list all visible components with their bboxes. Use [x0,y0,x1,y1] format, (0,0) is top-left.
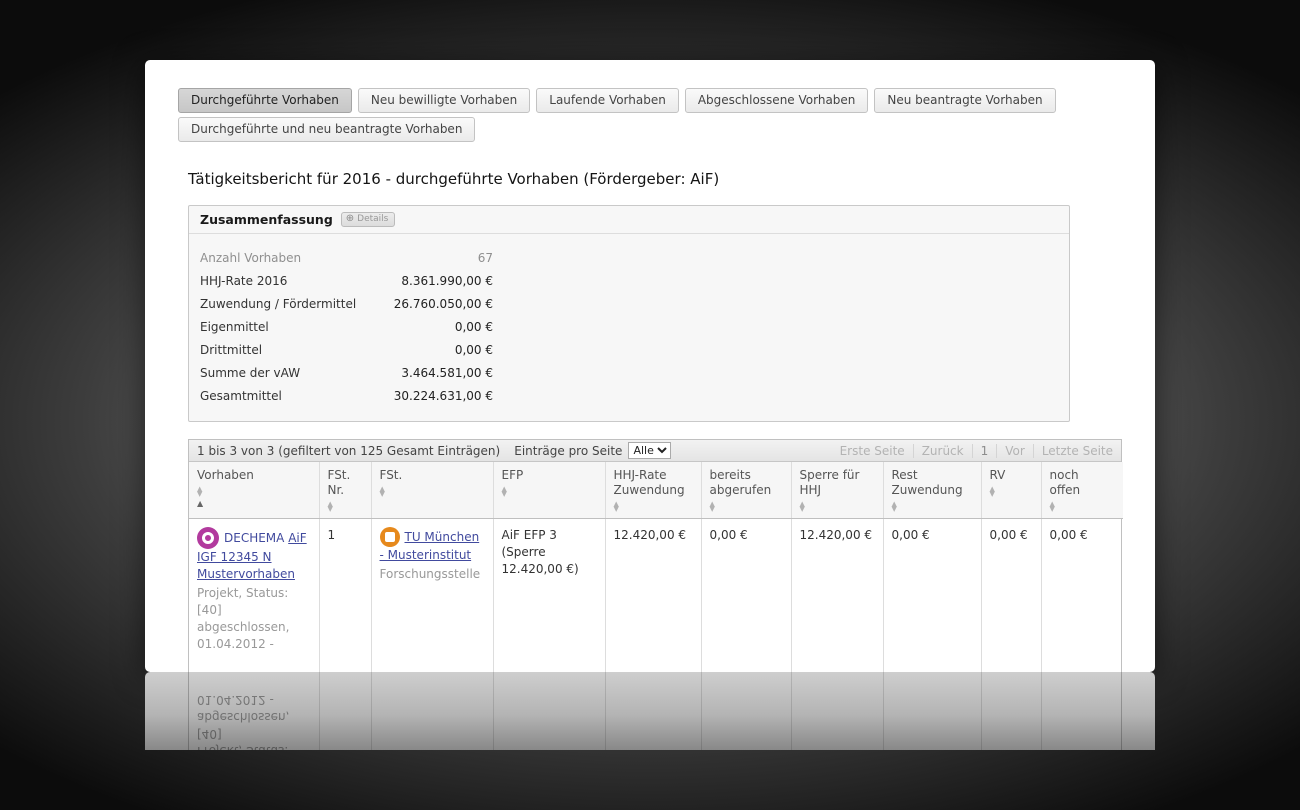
summary-row-gesamtmittel: Gesamtmittel 30.224.631,00 € [200,389,493,403]
column-header-rv[interactable]: RV ▲ ▼ [981,462,1042,519]
column-header-hhj-rate-zuwendung[interactable]: HHJ-Rate Zuwendung ▲ ▼ [605,462,702,519]
efp-cell: AiF EFP 3 (Sperre 12.420,00 €) [493,518,606,672]
project-icon [197,527,219,549]
panel-reflection-content: Durchgeführte Vorhaben Neu bewilligte Vo… [145,672,1155,750]
table-header-row: Vorhaben ▲▼ ▲ FSt. Nr. ▲▼ FSt. ▲▼ EFP [189,462,1123,519]
fst-nr-cell: 1 [319,518,372,672]
pagination-info: 1 bis 3 von 3 (gefiltert von 125 Gesamt … [197,443,501,458]
reflection-vorhaben-cell: DECHEMA AiF IGF 12345 N Mustervorhaben P… [189,672,319,750]
page-number-button[interactable]: 1 [971,443,997,458]
reflection-noch-offen-cell: 0,00 € [1041,672,1123,750]
fst-cell: TU München - Musterinstitut Forschungsst… [371,518,494,672]
sort-icon: ▲ ▼ [197,485,203,498]
magnifier-plus-icon: ⊕ [345,213,355,224]
tab-durchgefuehrte-vorhaben[interactable]: Durchgeführte Vorhaben [178,88,352,113]
pager: Erste Seite Zurück 1 Vor Letzte Seite [832,443,1121,458]
sort-icon: ▲ ▼ [891,500,897,513]
summary-row-eigenmittel: Eigenmittel 0,00 € [200,320,493,334]
summary-row-anzahl-vorhaben: Anzahl Vorhaben 67 [200,251,493,265]
reflection-bereits-abgerufen-cell: 0,00 € [701,672,791,750]
institute-icon [379,527,400,547]
sort-icon: ▲ ▼ [989,485,995,498]
column-header-noch-offen[interactable]: noch offen ▲ ▼ [1041,462,1123,519]
reflection-fst-nr-cell: 1 [319,672,371,750]
column-header-fst-nr[interactable]: FSt. Nr. ▲ ▼ [319,462,372,519]
first-page-button[interactable]: Erste Seite [832,444,913,458]
report-dialog-panel: Durchgeführte Vorhaben Neu bewilligte Vo… [145,60,1155,672]
prev-page-button[interactable]: Zurück [912,443,972,458]
results-grid: 1 bis 3 von 3 (gefiltert von 125 Gesamt … [188,439,1123,672]
tab-neu-beantragte-vorhaben[interactable]: Neu beantragte Vorhaben [874,88,1056,113]
column-header-sperre-hhj[interactable]: Sperre für HHJ ▲ ▼ [791,462,884,519]
reflection-rv-cell: 0,00 € [981,672,1041,750]
vorhaben-table: Vorhaben ▲▼ ▲ FSt. Nr. ▲▼ FSt. ▲▼ EFP [189,462,1123,672]
sort-icon: ▲ ▼ [1049,500,1055,513]
tab-bar-row-1: Durchgeführte Vorhaben Neu bewilligte Vo… [178,88,1122,113]
hhj-rate-cell: 12.420,00 € [605,518,702,672]
per-page-label: Einträge pro Seite [514,443,623,458]
panel-reflection: Durchgeführte Vorhaben Neu bewilligte Vo… [145,672,1155,750]
summary-row-summe-vaw: Summe der vAW 3.464.581,00 € [200,366,493,380]
reflection-results-grid: 1 bis 3 von 3 (gefiltert von 125 Gesamt … [188,672,1122,750]
noch-offen-cell: 0,00 € [1049,528,1088,542]
summary-row-hhj-rate: HHJ-Rate 2016 8.361.990,00 € [200,274,493,288]
tab-abgeschlossene-vorhaben[interactable]: Abgeschlossene Vorhaben [684,88,869,113]
sort-icon: ▲ ▼ [327,500,333,513]
sort-icon: ▲ ▼ [799,500,805,513]
report-dialog-panel: Durchgeführte Vorhaben Neu bewilligte Vo… [145,672,1155,750]
page-title: Tätigkeitsbericht für 2016 - durchgeführ… [188,170,720,188]
sort-asc-icon: ▲ [197,499,204,508]
column-header-vorhaben[interactable]: Vorhaben ▲ ▼ ▲ [189,462,320,519]
sperre-cell: 12.420,00 € [791,518,884,672]
institute-type: Forschungsstelle [379,567,481,581]
rv-cell: 0,00 € [981,518,1042,672]
project-status: Projekt, Status: [40] abgeschlossen, 01.… [197,586,290,651]
details-button[interactable]: ⊕ Details [340,212,396,227]
sort-icon: ▲ ▼ [501,485,507,498]
reflection-hhj-rate-cell: 12.420,00 € [605,672,701,750]
reflection-efp-cell: AiF EFP 3 (Sperre 12.420,00 €) [493,672,605,750]
reflection-table-row: DECHEMA AiF IGF 12345 N Mustervorhaben P… [189,672,1123,750]
project-link[interactable]: DECHEMA AiF IGF 12345 N Mustervorhaben [197,527,307,581]
column-header-efp[interactable]: EFP ▲ ▼ [493,462,606,519]
summary-body: Anzahl Vorhaben 67 HHJ-Rate 2016 8.361.9… [189,234,1069,421]
tab-neu-bewilligte-vorhaben[interactable]: Neu bewilligte Vorhaben [357,88,531,113]
summary-header: Zusammenfassung ⊕ Details [189,206,1069,234]
vorhaben-cell: DECHEMA AiF IGF 12345 N Mustervorhaben P… [189,518,320,672]
per-page-select[interactable]: Alle [628,442,672,459]
column-header-fst[interactable]: FSt. ▲ ▼ [371,462,494,519]
summary-row-zuwendung: Zuwendung / Fördermittel 26.760.050,00 € [200,297,493,311]
next-page-button[interactable]: Vor [996,443,1033,458]
tab-bar-row-2: Durchgeführte und neu beantragte Vorhabe… [178,117,1122,142]
reflection-fst-cell: TU München - Musterinstitut Forschungsst… [371,672,493,750]
reflection-vorhaben-table: Vorhaben ▲▼ ▲ FSt. Nr. ▲▼ FSt. ▲▼ EFP [189,672,1123,750]
tab-durchgefuehrte-und-neu-beantragte-vorhaben[interactable]: Durchgeführte und neu beantragte Vorhabe… [178,117,476,142]
sort-icon: ▲ ▼ [379,485,385,498]
details-button-label: Details [357,214,389,224]
rest-zuwendung-cell: 0,00 € [883,518,982,672]
reflection-rest-zuwendung-cell: 0,00 € [883,672,981,750]
table-row: DECHEMA AiF IGF 12345 N Mustervorhaben P… [189,518,1123,672]
reflection-sperre-cell: 12.420,00 € [791,672,883,750]
last-page-button[interactable]: Letzte Seite [1032,443,1121,458]
reflection-project-status: Projekt, Status: [40] abgeschlossen, 01.… [197,693,290,750]
summary-row-drittmittel: Drittmittel 0,00 € [200,343,493,357]
column-header-bereits-abgerufen[interactable]: bereits abgerufen ▲ ▼ [701,462,792,519]
grid-toolbar: 1 bis 3 von 3 (gefiltert von 125 Gesamt … [189,440,1121,462]
tab-laufende-vorhaben[interactable]: Laufende Vorhaben [536,88,679,113]
sort-icon: ▲ ▼ [613,500,619,513]
sort-icon: ▲ ▼ [709,500,715,513]
institute-link[interactable]: TU München - Musterinstitut [379,527,479,562]
bereits-abgerufen-cell: 0,00 € [701,518,792,672]
summary-box: Zusammenfassung ⊕ Details Anzahl Vorhabe… [188,205,1070,422]
column-header-rest-zuwendung[interactable]: Rest Zuwendung ▲ ▼ [883,462,982,519]
summary-title: Zusammenfassung [200,212,333,227]
